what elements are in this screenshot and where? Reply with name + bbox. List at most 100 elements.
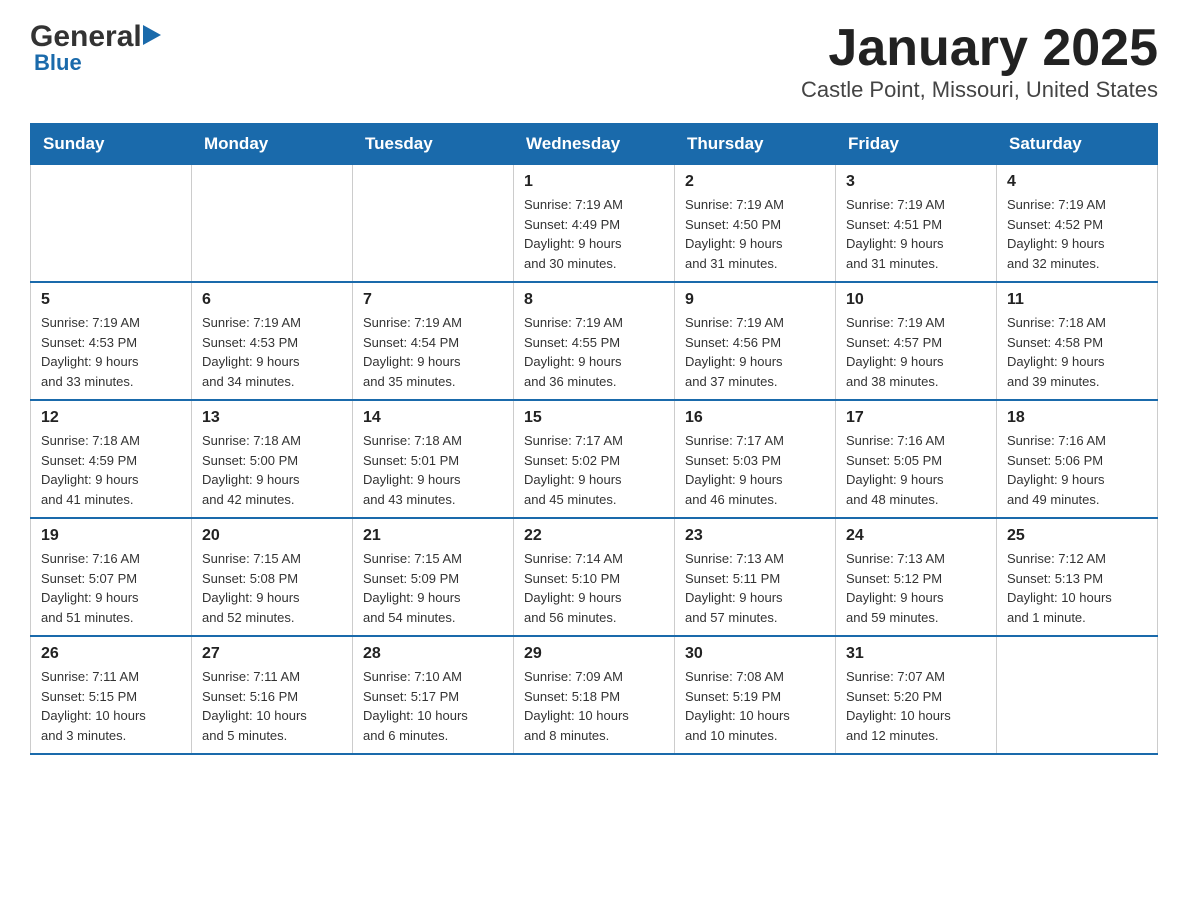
day-info: Sunrise: 7:19 AM Sunset: 4:49 PM Dayligh… (524, 195, 664, 273)
day-info: Sunrise: 7:18 AM Sunset: 4:59 PM Dayligh… (41, 431, 181, 509)
day-info: Sunrise: 7:09 AM Sunset: 5:18 PM Dayligh… (524, 667, 664, 745)
day-info: Sunrise: 7:19 AM Sunset: 4:52 PM Dayligh… (1007, 195, 1147, 273)
calendar-cell: 14Sunrise: 7:18 AM Sunset: 5:01 PM Dayli… (353, 400, 514, 518)
day-number: 16 (685, 409, 825, 427)
calendar-header: SundayMondayTuesdayWednesdayThursdayFrid… (31, 124, 1158, 165)
calendar-cell: 20 Sunrise: 7:15 AM Sunset: 5:08 PM Dayli… (192, 518, 353, 636)
calendar-cell: 3 Sunrise: 7:19 AM Sunset: 4:51 PM Daylig… (836, 165, 997, 283)
logo-blue-text: Blue (30, 50, 82, 76)
day-of-week-saturday: Saturday (997, 124, 1158, 165)
day-number: 13 (202, 409, 342, 427)
page-header: General Blue January 2025 Castle Point, … (30, 20, 1158, 103)
day-of-week-monday: Monday (192, 124, 353, 165)
day-info: Sunrise: 7:19 AM Sunset: 4:54 PM Dayligh… (363, 313, 503, 391)
calendar-cell: 15 Sunrise: 7:17 AM Sunset: 5:02 PM Dayli… (514, 400, 675, 518)
day-number: 8 (524, 291, 664, 309)
day-number: 19 (41, 527, 181, 545)
day-info: Sunrise: 7:19 AM Sunset: 4:53 PM Dayligh… (41, 313, 181, 391)
calendar-table: SundayMondayTuesdayWednesdayThursdayFrid… (30, 123, 1158, 755)
calendar-cell: 29Sunrise: 7:09 AM Sunset: 5:18 PM Dayli… (514, 636, 675, 754)
calendar-cell: 6Sunrise: 7:19 AM Sunset: 4:53 PM Daylig… (192, 282, 353, 400)
day-number: 26 (41, 645, 181, 663)
day-number: 28 (363, 645, 503, 663)
day-info: Sunrise: 7:19 AM Sunset: 4:51 PM Dayligh… (846, 195, 986, 273)
day-info: Sunrise: 7:13 AM Sunset: 5:11 PM Dayligh… (685, 549, 825, 627)
day-info: Sunrise: 7:19 AM Sunset: 4:57 PM Dayligh… (846, 313, 986, 391)
day-number: 31 (846, 645, 986, 663)
days-of-week-row: SundayMondayTuesdayWednesdayThursdayFrid… (31, 124, 1158, 165)
day-info: Sunrise: 7:12 AM Sunset: 5:13 PM Dayligh… (1007, 549, 1147, 627)
day-number: 24 (846, 527, 986, 545)
day-number: 7 (363, 291, 503, 309)
calendar-cell: 19 Sunrise: 7:16 AM Sunset: 5:07 PM Dayli… (31, 518, 192, 636)
day-info: Sunrise: 7:15 AM Sunset: 5:08 PM Dayligh… (202, 549, 342, 627)
day-info: Sunrise: 7:08 AM Sunset: 5:19 PM Dayligh… (685, 667, 825, 745)
day-info: Sunrise: 7:19 AM Sunset: 4:53 PM Dayligh… (202, 313, 342, 391)
day-number: 20 (202, 527, 342, 545)
calendar-cell: 7 Sunrise: 7:19 AM Sunset: 4:54 PM Daylig… (353, 282, 514, 400)
calendar-cell: 27Sunrise: 7:11 AM Sunset: 5:16 PM Dayli… (192, 636, 353, 754)
calendar-cell (31, 165, 192, 283)
day-info: Sunrise: 7:17 AM Sunset: 5:02 PM Dayligh… (524, 431, 664, 509)
title-block: January 2025 Castle Point, Missouri, Uni… (801, 20, 1158, 103)
day-info: Sunrise: 7:11 AM Sunset: 5:15 PM Dayligh… (41, 667, 181, 745)
week-row-3: 12Sunrise: 7:18 AM Sunset: 4:59 PM Dayli… (31, 400, 1158, 518)
calendar-cell: 13Sunrise: 7:18 AM Sunset: 5:00 PM Dayli… (192, 400, 353, 518)
day-number: 21 (363, 527, 503, 545)
page-title: January 2025 (801, 20, 1158, 77)
week-row-1: 1 Sunrise: 7:19 AM Sunset: 4:49 PM Daylig… (31, 165, 1158, 283)
day-number: 23 (685, 527, 825, 545)
week-row-4: 19 Sunrise: 7:16 AM Sunset: 5:07 PM Dayli… (31, 518, 1158, 636)
day-number: 10 (846, 291, 986, 309)
calendar-cell (353, 165, 514, 283)
calendar-cell: 30 Sunrise: 7:08 AM Sunset: 5:19 PM Dayli… (675, 636, 836, 754)
calendar-cell: 23 Sunrise: 7:13 AM Sunset: 5:11 PM Dayli… (675, 518, 836, 636)
day-info: Sunrise: 7:10 AM Sunset: 5:17 PM Dayligh… (363, 667, 503, 745)
calendar-body: 1 Sunrise: 7:19 AM Sunset: 4:49 PM Daylig… (31, 165, 1158, 755)
calendar-cell: 4Sunrise: 7:19 AM Sunset: 4:52 PM Daylig… (997, 165, 1158, 283)
day-of-week-tuesday: Tuesday (353, 124, 514, 165)
day-number: 11 (1007, 291, 1147, 309)
day-number: 14 (363, 409, 503, 427)
logo-general-text: General (30, 20, 142, 54)
calendar-cell: 10 Sunrise: 7:19 AM Sunset: 4:57 PM Dayli… (836, 282, 997, 400)
day-number: 30 (685, 645, 825, 663)
page-subtitle: Castle Point, Missouri, United States (801, 77, 1158, 103)
week-row-2: 5Sunrise: 7:19 AM Sunset: 4:53 PM Daylig… (31, 282, 1158, 400)
day-of-week-thursday: Thursday (675, 124, 836, 165)
calendar-cell: 1 Sunrise: 7:19 AM Sunset: 4:49 PM Daylig… (514, 165, 675, 283)
calendar-cell (997, 636, 1158, 754)
calendar-cell: 12Sunrise: 7:18 AM Sunset: 4:59 PM Dayli… (31, 400, 192, 518)
calendar-cell: 22Sunrise: 7:14 AM Sunset: 5:10 PM Dayli… (514, 518, 675, 636)
calendar-cell: 5Sunrise: 7:19 AM Sunset: 4:53 PM Daylig… (31, 282, 192, 400)
day-of-week-wednesday: Wednesday (514, 124, 675, 165)
day-number: 3 (846, 173, 986, 191)
day-number: 15 (524, 409, 664, 427)
week-row-5: 26 Sunrise: 7:11 AM Sunset: 5:15 PM Dayli… (31, 636, 1158, 754)
calendar-cell: 26 Sunrise: 7:11 AM Sunset: 5:15 PM Dayli… (31, 636, 192, 754)
day-info: Sunrise: 7:18 AM Sunset: 4:58 PM Dayligh… (1007, 313, 1147, 391)
logo: General Blue (30, 20, 161, 76)
day-info: Sunrise: 7:16 AM Sunset: 5:05 PM Dayligh… (846, 431, 986, 509)
calendar-cell: 31 Sunrise: 7:07 AM Sunset: 5:20 PM Dayli… (836, 636, 997, 754)
day-info: Sunrise: 7:17 AM Sunset: 5:03 PM Dayligh… (685, 431, 825, 509)
day-number: 1 (524, 173, 664, 191)
day-number: 18 (1007, 409, 1147, 427)
calendar-cell: 11 Sunrise: 7:18 AM Sunset: 4:58 PM Dayli… (997, 282, 1158, 400)
day-number: 22 (524, 527, 664, 545)
calendar-cell: 16 Sunrise: 7:17 AM Sunset: 5:03 PM Dayli… (675, 400, 836, 518)
day-info: Sunrise: 7:19 AM Sunset: 4:56 PM Dayligh… (685, 313, 825, 391)
calendar-cell: 25Sunrise: 7:12 AM Sunset: 5:13 PM Dayli… (997, 518, 1158, 636)
day-info: Sunrise: 7:16 AM Sunset: 5:07 PM Dayligh… (41, 549, 181, 627)
day-of-week-sunday: Sunday (31, 124, 192, 165)
day-info: Sunrise: 7:11 AM Sunset: 5:16 PM Dayligh… (202, 667, 342, 745)
calendar-cell: 2Sunrise: 7:19 AM Sunset: 4:50 PM Daylig… (675, 165, 836, 283)
calendar-cell: 9Sunrise: 7:19 AM Sunset: 4:56 PM Daylig… (675, 282, 836, 400)
day-info: Sunrise: 7:15 AM Sunset: 5:09 PM Dayligh… (363, 549, 503, 627)
calendar-cell: 24Sunrise: 7:13 AM Sunset: 5:12 PM Dayli… (836, 518, 997, 636)
calendar-cell: 8 Sunrise: 7:19 AM Sunset: 4:55 PM Daylig… (514, 282, 675, 400)
day-info: Sunrise: 7:19 AM Sunset: 4:55 PM Dayligh… (524, 313, 664, 391)
day-of-week-friday: Friday (836, 124, 997, 165)
day-info: Sunrise: 7:07 AM Sunset: 5:20 PM Dayligh… (846, 667, 986, 745)
day-number: 2 (685, 173, 825, 191)
